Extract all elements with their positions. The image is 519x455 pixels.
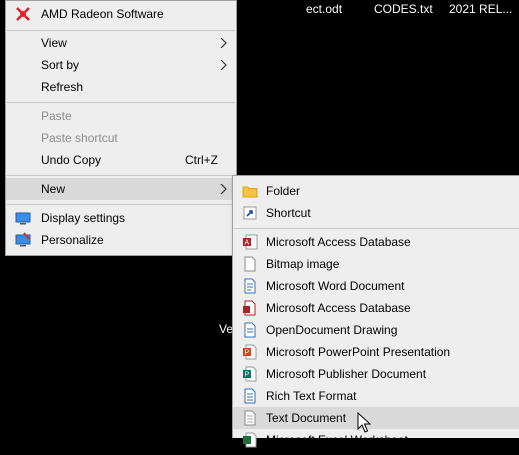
- menu-item-display-settings[interactable]: Display settings: [6, 207, 236, 229]
- shortcut-arrow-icon: [242, 205, 258, 221]
- folder-icon: [242, 183, 258, 199]
- sort-by-label: Sort by: [41, 58, 80, 72]
- menu-item-sort-by[interactable]: Sort by: [6, 54, 236, 76]
- new-folder-label: Folder: [266, 184, 301, 198]
- new-text-document-label: Text Document: [266, 411, 347, 425]
- desktop-file-2021-rel[interactable]: 2021 REL...: [449, 2, 512, 16]
- new-item-publisher-document[interactable]: P Microsoft Publisher Document: [233, 363, 519, 385]
- new-bitmap-label: Bitmap image: [266, 257, 340, 271]
- desktop-context-menu: AMD Radeon Software View Sort by Refresh…: [5, 0, 237, 256]
- new-publisher-label: Microsoft Publisher Document: [266, 367, 427, 381]
- new-item-bitmap-image[interactable]: Bitmap image: [233, 253, 519, 275]
- menu-item-refresh[interactable]: Refresh: [6, 76, 236, 98]
- new-rtf-label: Rich Text Format: [266, 389, 357, 403]
- new-access-database-label: Microsoft Access Database: [266, 235, 411, 249]
- view-label: View: [41, 36, 67, 50]
- menu-item-new[interactable]: New: [6, 178, 236, 200]
- svg-text:P: P: [245, 372, 250, 379]
- paste-label: Paste: [41, 109, 72, 123]
- new-item-access-database-2[interactable]: Microsoft Access Database: [233, 297, 519, 319]
- menu-separator: [7, 102, 235, 103]
- new-label: New: [41, 182, 66, 196]
- new-odg-label: OpenDocument Drawing: [266, 323, 398, 337]
- document-icon: [242, 410, 258, 426]
- svg-text:A: A: [245, 240, 250, 247]
- excel-icon: [242, 432, 258, 448]
- new-item-word-document[interactable]: Microsoft Word Document: [233, 275, 519, 297]
- chevron-right-icon: [220, 38, 227, 48]
- menu-separator: [7, 204, 235, 205]
- chevron-right-icon: [220, 184, 227, 194]
- new-item-opendocument-drawing[interactable]: OpenDocument Drawing: [233, 319, 519, 341]
- new-item-excel-worksheet[interactable]: Microsoft Excel Worksheet: [233, 429, 519, 451]
- new-access-database-2-label: Microsoft Access Database: [266, 301, 411, 315]
- new-submenu: Folder Shortcut A Microsoft Access Datab…: [232, 175, 519, 448]
- desktop-file-codes-txt[interactable]: CODES.txt: [374, 2, 433, 16]
- paintbrush-monitor-icon: [15, 232, 31, 248]
- menu-item-undo-copy[interactable]: Undo Copy Ctrl+Z: [6, 149, 236, 171]
- svg-text:P: P: [245, 350, 250, 357]
- menu-item-view[interactable]: View: [6, 32, 236, 54]
- undo-shortcut-key: Ctrl+Z: [185, 153, 218, 167]
- mouse-cursor-icon: [357, 412, 371, 433]
- new-item-folder[interactable]: Folder: [233, 180, 519, 202]
- menu-item-paste-shortcut[interactable]: Paste shortcut: [6, 127, 236, 149]
- publisher-icon: P: [242, 366, 258, 382]
- chevron-right-icon: [220, 60, 227, 70]
- new-item-shortcut[interactable]: Shortcut: [233, 202, 519, 224]
- menu-item-personalize[interactable]: Personalize: [6, 229, 236, 251]
- new-item-access-database[interactable]: A Microsoft Access Database: [233, 231, 519, 253]
- access-db-icon: A: [242, 234, 258, 250]
- new-word-label: Microsoft Word Document: [266, 279, 405, 293]
- powerpoint-icon: P: [242, 344, 258, 360]
- new-excel-label: Microsoft Excel Worksheet: [266, 433, 408, 447]
- document-icon: [242, 388, 258, 404]
- menu-item-paste[interactable]: Paste: [6, 105, 236, 127]
- new-item-powerpoint-presentation[interactable]: P Microsoft PowerPoint Presentation: [233, 341, 519, 363]
- access-doc-icon: [242, 300, 258, 316]
- document-icon: [242, 256, 258, 272]
- amd-radeon-label: AMD Radeon Software: [41, 7, 164, 21]
- new-item-rich-text-format[interactable]: Rich Text Format: [233, 385, 519, 407]
- menu-separator: [234, 228, 519, 229]
- menu-separator: [7, 30, 235, 31]
- paste-shortcut-label: Paste shortcut: [41, 131, 118, 145]
- undo-copy-label: Undo Copy: [41, 153, 102, 167]
- new-shortcut-label: Shortcut: [266, 206, 311, 220]
- monitor-icon: [15, 210, 31, 226]
- menu-separator: [7, 175, 235, 176]
- amd-radeon-icon: [15, 6, 31, 22]
- desktop-text-fragment: Ve: [219, 322, 234, 336]
- refresh-label: Refresh: [41, 80, 84, 94]
- menu-item-amd-radeon[interactable]: AMD Radeon Software: [6, 3, 236, 25]
- personalize-label: Personalize: [41, 233, 104, 247]
- display-settings-label: Display settings: [41, 211, 126, 225]
- new-item-text-document[interactable]: Text Document: [233, 407, 519, 429]
- document-icon: [242, 322, 258, 338]
- document-icon: [242, 278, 258, 294]
- new-powerpoint-label: Microsoft PowerPoint Presentation: [266, 345, 451, 359]
- desktop-file-ect-odt[interactable]: ect.odt: [306, 2, 342, 16]
